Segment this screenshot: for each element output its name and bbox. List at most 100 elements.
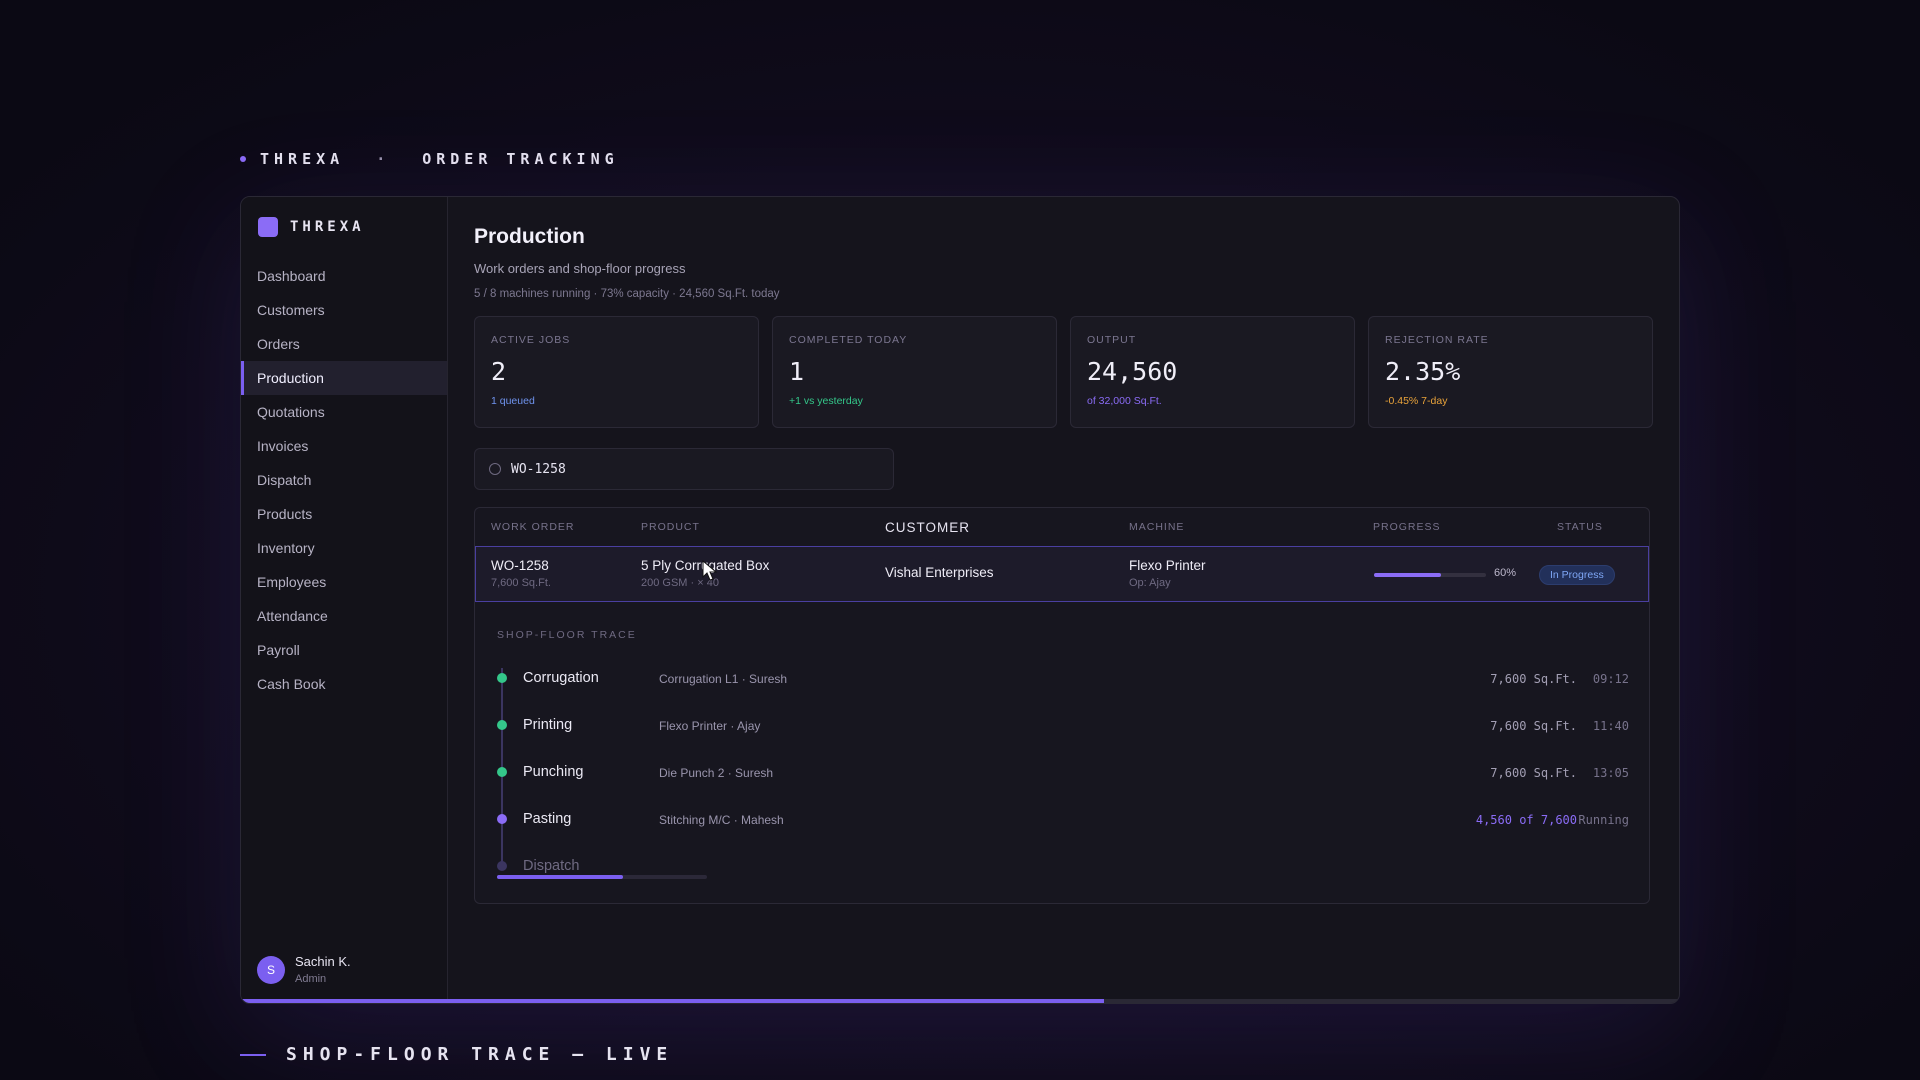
customer-name: Vishal Enterprises: [885, 565, 994, 580]
step-time: Running: [1578, 813, 1629, 827]
logo-icon: [258, 217, 278, 237]
app-progress-bar: [241, 999, 1679, 1003]
main-content: Production Work orders and shop-floor pr…: [448, 197, 1679, 1003]
work-order-qty: 7,600 Sq.Ft.: [491, 577, 551, 589]
sidebar-nav: Dashboard Customers Orders Production Quotat…: [241, 259, 447, 701]
stat-value: 24,560: [1087, 357, 1178, 386]
step-quantity: 7,600 Sq.Ft.: [1490, 719, 1577, 733]
step-name: Pasting: [523, 811, 572, 827]
step-time: 13:05: [1592, 766, 1629, 780]
footer-title: SHOP-FLOOR TRACE — LIVE: [286, 1044, 674, 1065]
sidebar: THREXA Dashboard Customers Orders Productio…: [241, 197, 448, 1003]
cell-work-order: WO-1258 7,600 Sq.Ft.: [491, 558, 551, 589]
progress-bar-fill: [1374, 573, 1442, 577]
step-progress-fill: [497, 875, 623, 879]
column-header-status[interactable]: STATUS: [1557, 521, 1603, 533]
sidebar-item-dispatch[interactable]: Dispatch: [241, 463, 447, 497]
machine-name: Flexo Printer: [1129, 558, 1206, 573]
column-header-customer[interactable]: CUSTOMER: [885, 520, 970, 535]
footer-line: [240, 1053, 266, 1056]
sidebar-item-customers[interactable]: Customers: [241, 293, 447, 327]
page-subtitle: Work orders and shop-floor progress: [474, 261, 686, 276]
sidebar-item-dashboard[interactable]: Dashboard: [241, 259, 447, 293]
stats-row: ACTIVE JOBS 2 1 queued COMPLETED TODAY 1…: [474, 316, 1653, 428]
app-window: THREXA Dashboard Customers Orders Productio…: [240, 196, 1680, 1004]
sidebar-item-orders[interactable]: Orders: [241, 327, 447, 361]
stat-value: 2.35%: [1385, 357, 1461, 386]
stat-label: COMPLETED TODAY: [789, 334, 908, 346]
table-header: WORK ORDER PRODUCT CUSTOMER MACHINE PROG…: [475, 508, 1649, 546]
sidebar-item-attendance[interactable]: Attendance: [241, 599, 447, 633]
status-badge: In Progress: [1539, 565, 1615, 585]
stat-label: OUTPUT: [1087, 334, 1137, 346]
work-order-id: WO-1258: [491, 558, 549, 573]
heading-title: ORDER TRACKING: [422, 150, 619, 168]
progress-bar: [1374, 573, 1486, 577]
page-meta: 5 / 8 machines running · 73% capacity · …: [474, 288, 780, 300]
step-status-dot: [497, 720, 507, 730]
step-detail: Stitching M/C · Mahesh: [659, 813, 784, 827]
column-header-machine[interactable]: MACHINE: [1129, 521, 1184, 533]
stat-note: 1 queued: [491, 395, 535, 407]
trace-label: SHOP-FLOOR TRACE: [497, 629, 637, 641]
brand-name: THREXA: [290, 219, 365, 235]
step-time: 09:12: [1592, 672, 1629, 686]
step-quantity: 7,600 Sq.Ft.: [1490, 766, 1577, 780]
sidebar-item-inventory[interactable]: Inventory: [241, 531, 447, 565]
search-icon: [489, 463, 501, 475]
sidebar-item-production[interactable]: Production: [241, 361, 447, 395]
machine-operator: Op: Ajay: [1129, 577, 1171, 589]
footer-heading: SHOP-FLOOR TRACE — LIVE: [240, 1044, 673, 1065]
user-profile[interactable]: S Sachin K. Admin: [257, 954, 351, 985]
sidebar-item-quotations[interactable]: Quotations: [241, 395, 447, 429]
step-status-dot: [497, 767, 507, 777]
step-progress-bar: [497, 875, 707, 879]
stat-note: of 32,000 Sq.Ft.: [1087, 395, 1162, 407]
sidebar-item-invoices[interactable]: Invoices: [241, 429, 447, 463]
column-header-product[interactable]: PRODUCT: [641, 521, 700, 533]
column-header-progress[interactable]: PROGRESS: [1373, 521, 1441, 533]
step-quantity: 7,600 Sq.Ft.: [1490, 672, 1577, 686]
stat-card-output: OUTPUT 24,560 of 32,000 Sq.Ft.: [1070, 316, 1355, 428]
search-input[interactable]: [511, 461, 871, 477]
page-heading: THREXA · ORDER TRACKING: [240, 150, 619, 168]
sidebar-brand[interactable]: THREXA: [241, 217, 447, 237]
step-status-dot: [497, 861, 507, 871]
step-name: Corrugation: [523, 670, 599, 686]
stat-card-active-jobs: ACTIVE JOBS 2 1 queued: [474, 316, 759, 428]
search-box[interactable]: [474, 448, 894, 490]
stat-note: -0.45% 7-day: [1385, 395, 1448, 407]
trace-step-punching: Punching Die Punch 2 · Suresh 7,600 Sq.Ft.…: [475, 758, 1649, 788]
step-time: 11:40: [1592, 719, 1629, 733]
stat-value: 2: [491, 357, 507, 386]
stat-label: ACTIVE JOBS: [491, 334, 571, 346]
stat-card-completed-today: COMPLETED TODAY 1 +1 vs yesterday: [772, 316, 1057, 428]
work-orders-table: WORK ORDER PRODUCT CUSTOMER MACHINE PROG…: [474, 507, 1650, 904]
step-detail: Flexo Printer · Ajay: [659, 719, 761, 733]
sidebar-item-products[interactable]: Products: [241, 497, 447, 531]
column-header-work-order[interactable]: WORK ORDER: [491, 521, 575, 533]
cell-customer: Vishal Enterprises: [885, 565, 994, 580]
table-row[interactable]: WO-1258 7,600 Sq.Ft. 5 Ply Corrugated Bo…: [475, 546, 1649, 602]
stat-value: 1: [789, 357, 805, 386]
mouse-cursor-icon: [702, 560, 718, 581]
trace-step-corrugation: Corrugation Corrugation L1 · Suresh 7,600 …: [475, 664, 1649, 694]
step-detail: Die Punch 2 · Suresh: [659, 766, 774, 780]
step-name: Printing: [523, 717, 573, 733]
step-detail: Corrugation L1 · Suresh: [659, 672, 788, 686]
trace-step-pasting: Pasting Stitching M/C · Mahesh 4,560 of 7,…: [475, 805, 1649, 835]
sidebar-item-employees[interactable]: Employees: [241, 565, 447, 599]
trace-step-dispatch: Dispatch: [475, 852, 1649, 882]
sidebar-item-cash-book[interactable]: Cash Book: [241, 667, 447, 701]
heading-dot: [240, 156, 246, 162]
app-progress-fill: [241, 999, 1104, 1003]
step-quantity: 4,560 of 7,600: [1475, 813, 1577, 827]
progress-percent: 60%: [1494, 567, 1517, 579]
stat-label: REJECTION RATE: [1385, 334, 1489, 346]
trace-step-printing: Printing Flexo Printer · Ajay 7,600 Sq.Ft.…: [475, 711, 1649, 741]
sidebar-item-payroll[interactable]: Payroll: [241, 633, 447, 667]
step-status-dot: [497, 673, 507, 683]
step-name: Punching: [523, 764, 584, 780]
stat-card-rejection-rate: REJECTION RATE 2.35% -0.45% 7-day: [1368, 316, 1653, 428]
step-status-dot: [497, 814, 507, 824]
